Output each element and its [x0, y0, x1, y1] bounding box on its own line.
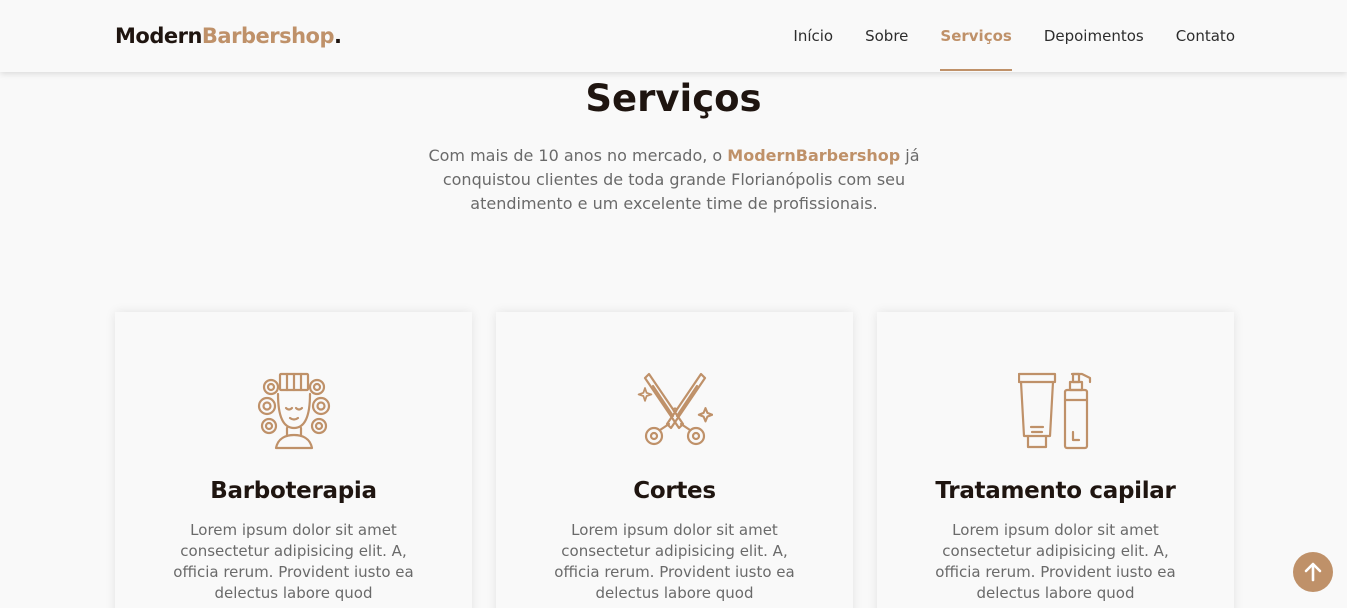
card-text: Lorem ipsum dolor sit amet consectetur a…: [935, 521, 1176, 602]
logo[interactable]: ModernBarbershop.: [115, 24, 342, 48]
card-title: Barboterapia: [210, 478, 377, 504]
lead-text-start: Com mais de 10 anos no mercado, o: [428, 146, 728, 165]
back-to-top-button[interactable]: [1293, 552, 1333, 592]
nav-link-depoimentos[interactable]: Depoimentos: [1044, 0, 1144, 72]
logo-dot: .: [333, 24, 342, 48]
nav-link-inicio[interactable]: Início: [793, 0, 833, 72]
lead-brand: ModernBarbershop: [727, 146, 901, 165]
nav-link-contato[interactable]: Contato: [1176, 0, 1235, 72]
card-text: Lorem ipsum dolor sit amet consectetur a…: [554, 521, 795, 602]
nav-link-servicos[interactable]: Serviços: [940, 0, 1013, 72]
nav-link-sobre[interactable]: Sobre: [865, 0, 908, 72]
hair-products-icon: [1018, 372, 1092, 450]
section-title: Serviços: [585, 77, 762, 120]
section-lead: Com mais de 10 anos no mercado, o Modern…: [418, 144, 930, 216]
card-text: Lorem ipsum dolor sit amet consectetur a…: [173, 521, 414, 602]
hair-rollers-icon: [257, 372, 331, 450]
main-nav: Início Sobre Serviços Depoimentos Contat…: [761, 0, 1235, 72]
logo-accent: Barbershop: [201, 24, 335, 48]
site-header: ModernBarbershop. Início Sobre Serviços …: [0, 0, 1347, 72]
service-card-barboterapia: Barboterapia Lorem ipsum dolor sit amet …: [115, 312, 472, 608]
arrow-up-icon: [1304, 562, 1322, 582]
service-card-tratamento-capilar: Tratamento capilar Lorem ipsum dolor sit…: [877, 312, 1234, 608]
card-title: Tratamento capilar: [935, 478, 1176, 504]
scissors-icon: [637, 372, 713, 446]
service-card-cortes: Cortes Lorem ipsum dolor sit amet consec…: [496, 312, 853, 608]
logo-main: Modern: [115, 24, 202, 48]
card-title: Cortes: [633, 478, 716, 504]
